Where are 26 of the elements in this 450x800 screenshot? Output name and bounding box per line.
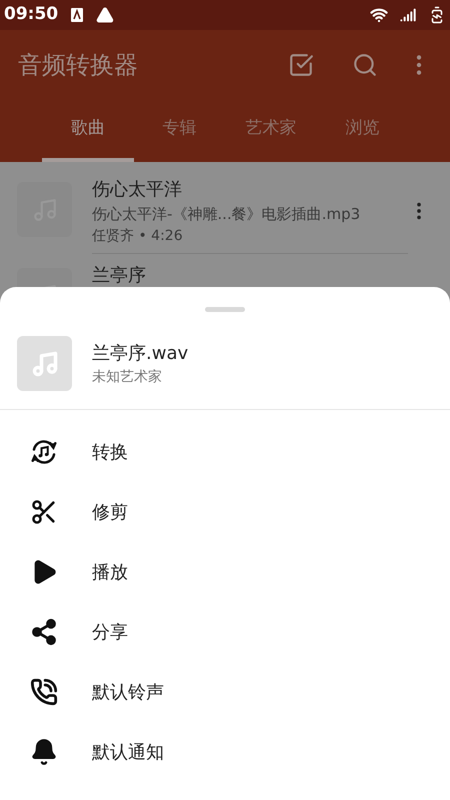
sheet-title: 兰亭序.wav	[92, 342, 188, 366]
share-icon	[30, 618, 58, 646]
sheet-subtitle: 未知艺术家	[92, 368, 163, 386]
app-title: 音频转换器	[18, 50, 139, 81]
menu-item[interactable]: 修剪	[0, 482, 450, 542]
menu-item[interactable]: 分享	[0, 602, 450, 662]
menu-item[interactable]: 播放	[0, 542, 450, 602]
warning-icon	[96, 6, 114, 24]
drag-handle[interactable]	[205, 307, 245, 312]
signal-icon	[400, 7, 416, 23]
music-refresh-icon	[29, 437, 59, 467]
song-title: 兰亭序	[92, 264, 147, 288]
tab[interactable]: 歌曲	[42, 100, 134, 162]
song-meta: 任贤齐 • 4:26	[92, 226, 184, 246]
bell-icon	[30, 738, 58, 766]
select-icon[interactable]	[288, 52, 314, 78]
menu-item[interactable]: 默认铃声	[0, 662, 450, 722]
menu-item[interactable]: 默认通知	[0, 722, 450, 782]
search-icon[interactable]	[352, 52, 378, 78]
phone-ringing-icon	[30, 678, 58, 706]
menu-item[interactable]: 转换	[0, 422, 450, 482]
song-filename: 伤心太平洋-《神雕...餐》电影插曲.mp3	[92, 204, 362, 225]
song-title: 伤心太平洋	[92, 178, 183, 202]
music-note-icon	[30, 350, 58, 378]
wifi-icon	[370, 6, 388, 24]
status-time: 09:50	[4, 3, 58, 26]
